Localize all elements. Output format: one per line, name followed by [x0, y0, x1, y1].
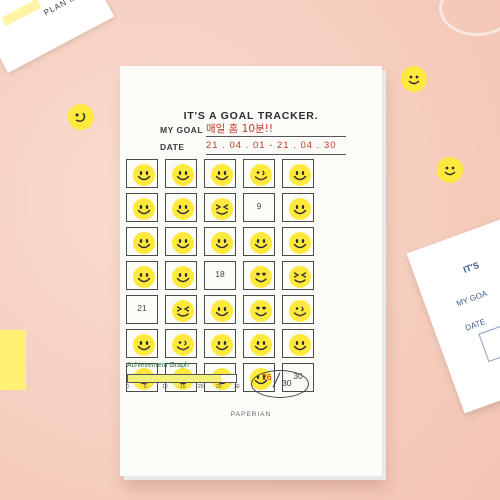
glass-rim — [439, 0, 500, 36]
day-cell — [165, 295, 197, 324]
day-cell — [204, 159, 236, 188]
day-cell — [282, 295, 314, 324]
day-cell — [165, 193, 197, 222]
goal-label: MY GOAL — [160, 125, 204, 135]
smiley-tongue-sticker — [250, 164, 272, 186]
day-cell — [204, 295, 236, 324]
smiley-tongue-sticker — [289, 300, 311, 322]
achievement-tick-label: 25 — [216, 384, 222, 390]
yellow-tape — [1, 0, 42, 27]
achievement-tick-label: 30 — [234, 384, 240, 390]
smiley-happy-sticker — [211, 334, 233, 356]
second-tracker-goal-label: MY GOA — [455, 288, 489, 309]
day-cell — [165, 329, 197, 358]
day-cell — [126, 159, 158, 188]
day-number: 18 — [215, 269, 225, 279]
day-cell — [126, 261, 158, 290]
smiley-happy-sticker — [250, 232, 272, 254]
day-cell — [243, 261, 275, 290]
day-cell — [282, 159, 314, 188]
smiley-happy-sticker — [172, 266, 194, 288]
day-cell — [282, 193, 314, 222]
achievement-fill — [128, 375, 222, 382]
smiley-happy-sticker — [172, 198, 194, 220]
smiley-tongue-sticker — [172, 334, 194, 356]
date-label: DATE — [160, 142, 185, 152]
loose-smiley-sticker — [437, 157, 463, 183]
loose-smiley-sticker — [68, 104, 94, 130]
yellow-sticky-note — [0, 330, 26, 390]
day-cell — [243, 159, 275, 188]
desk-scene: PLAN MA IT'S MY GOA DATE IT'S A GOAL TRA… — [0, 0, 500, 500]
achievement-tick-label: 10 — [162, 384, 168, 390]
second-tracker-title: IT'S — [461, 259, 481, 275]
achievement-bar — [127, 374, 237, 383]
second-tracker-cell — [478, 323, 500, 363]
day-number: 21 — [137, 303, 147, 313]
smiley-happy-sticker — [172, 164, 194, 186]
smiley-happy-sticker — [133, 198, 155, 220]
day-cell — [126, 193, 158, 222]
day-cell — [126, 227, 158, 256]
date-handwriting: 21 . 04 . 01 - 21 . 04 . 30 — [206, 140, 337, 151]
score-achieved: 26 — [262, 372, 272, 382]
goal-underline — [206, 136, 346, 137]
smiley-happy-sticker — [289, 334, 311, 356]
smiley-happy-sticker — [211, 232, 233, 254]
smiley-happy-sticker — [289, 198, 311, 220]
day-cell — [165, 227, 197, 256]
plan-paper-text: PLAN MA — [42, 0, 84, 18]
day-cell — [282, 329, 314, 358]
day-cell: 18 — [204, 261, 236, 290]
day-cell — [243, 295, 275, 324]
day-cell — [243, 227, 275, 256]
date-underline — [206, 154, 346, 155]
goal-handwriting: 매일 홈 10분!! — [206, 123, 274, 135]
smiley-happy-sticker — [133, 232, 155, 254]
smiley-happy-sticker — [250, 334, 272, 356]
achievement-tick-label: 15 — [180, 384, 186, 390]
day-cell — [165, 261, 197, 290]
brand-name: PAPERIAN — [230, 411, 272, 418]
smiley-happy-sticker — [289, 232, 311, 254]
smiley-squint-sticker — [172, 300, 194, 322]
plan-paper-corner: PLAN MA — [0, 0, 115, 73]
day-cell — [204, 227, 236, 256]
score-oval — [251, 370, 309, 398]
smiley-hearts-sticker — [250, 300, 272, 322]
day-cell — [204, 329, 236, 358]
second-tracker-date-label: DATE — [464, 317, 487, 333]
smiley-hearts-sticker — [250, 266, 272, 288]
smiley-squint-sticker — [211, 198, 233, 220]
day-cell — [282, 261, 314, 290]
achievement-tick-label: 20 — [198, 384, 204, 390]
achievement-label: Achievement Graph — [127, 362, 189, 369]
achievement-tick-label: 5 — [144, 384, 147, 390]
day-number: 9 — [256, 201, 262, 211]
second-tracker-paper: IT'S MY GOA DATE — [406, 212, 500, 414]
day-cell — [126, 329, 158, 358]
goal-tracker-notepad: IT'S A GOAL TRACKER. MY GOAL 매일 홈 10분!! … — [120, 66, 382, 476]
smiley-happy-sticker — [289, 164, 311, 186]
day-cell: 21 — [126, 295, 158, 324]
achievement-tick-label: 0 — [126, 384, 129, 390]
day-cell — [243, 329, 275, 358]
smiley-happy-sticker — [211, 300, 233, 322]
smiley-happy-sticker — [133, 164, 155, 186]
day-cell — [282, 227, 314, 256]
loose-smiley-sticker — [401, 66, 427, 92]
day-cell — [165, 159, 197, 188]
achievement-ticks: 0 5 10 15 20 25 30 — [126, 384, 240, 392]
smiley-squint-sticker — [289, 266, 311, 288]
smiley-happy-sticker — [172, 232, 194, 254]
day-cell: 9 — [243, 193, 275, 222]
day-cell — [204, 193, 236, 222]
smiley-happy-sticker — [133, 266, 155, 288]
smiley-happy-sticker — [133, 334, 155, 356]
score-total: 30 — [282, 378, 292, 388]
smiley-happy-sticker — [211, 164, 233, 186]
